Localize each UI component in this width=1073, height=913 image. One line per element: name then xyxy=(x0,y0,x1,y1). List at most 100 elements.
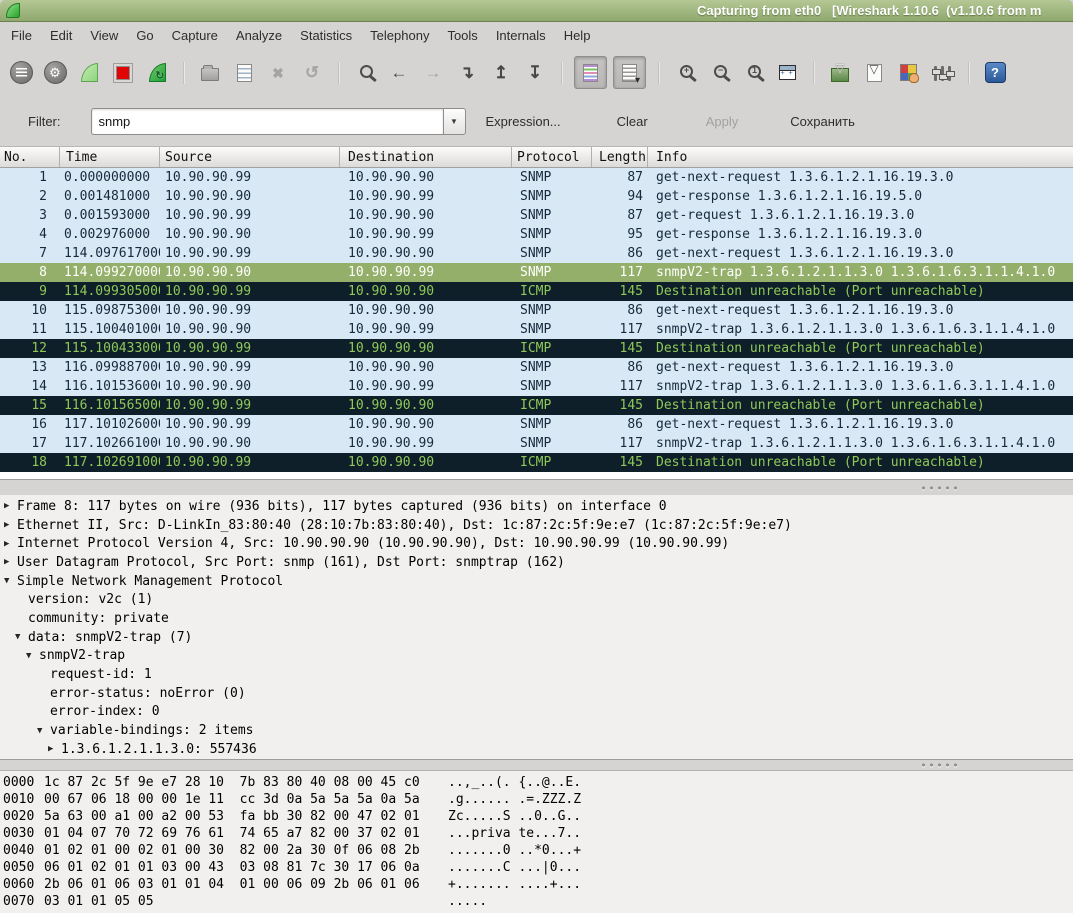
stop-capture-button[interactable] xyxy=(108,58,138,88)
help-button[interactable]: ? xyxy=(980,58,1010,88)
preferences-button[interactable] xyxy=(927,58,957,88)
packet-row[interactable]: 4 0.002976000 10.90.90.90 10.90.90.99 SN… xyxy=(0,225,1073,244)
zoom-in-button[interactable]: + xyxy=(670,58,700,88)
tree-expander-icon[interactable]: ▼ xyxy=(37,726,50,736)
detail-tree-row[interactable]: ▶ Frame 8: 117 bytes on wire (936 bits),… xyxy=(0,497,1073,516)
expression-button[interactable]: Expression... xyxy=(480,110,567,133)
packet-row[interactable]: 13 116.099887000 10.90.90.99 10.90.90.90… xyxy=(0,358,1073,377)
packet-row[interactable]: 18 117.102691000 10.90.90.99 10.90.90.90… xyxy=(0,453,1073,472)
hex-row[interactable]: 0050 06 01 02 01 01 03 00 43 03 08 81 7c… xyxy=(0,859,1073,876)
column-header[interactable]: Source xyxy=(160,147,340,167)
column-header[interactable]: Info xyxy=(648,147,1073,167)
tree-expander-icon[interactable]: ▼ xyxy=(15,632,28,642)
packet-row[interactable]: 9 114.099305000 10.90.90.99 10.90.90.90 … xyxy=(0,282,1073,301)
resize-columns-button[interactable] xyxy=(772,58,802,88)
zoom-out-button[interactable]: − xyxy=(704,58,734,88)
pane-splitter-bottom[interactable] xyxy=(0,759,1073,771)
zoom-100-button[interactable]: 1 xyxy=(738,58,768,88)
packet-row[interactable]: 10 115.098753000 10.90.90.99 10.90.90.90… xyxy=(0,301,1073,320)
detail-tree-row[interactable]: error-status: noError (0) xyxy=(0,684,1073,703)
menu-item-analyze[interactable]: Analyze xyxy=(227,24,291,47)
packet-row[interactable]: 17 117.102661000 10.90.90.90 10.90.90.99… xyxy=(0,434,1073,453)
tree-expander-icon[interactable]: ▼ xyxy=(4,576,17,586)
capture-filter-button[interactable]: ▽ xyxy=(825,58,855,88)
menu-item-statistics[interactable]: Statistics xyxy=(291,24,361,47)
packet-row[interactable]: 8 114.099270000 10.90.90.90 10.90.90.99 … xyxy=(0,263,1073,282)
packet-row[interactable]: 14 116.101536000 10.90.90.90 10.90.90.99… xyxy=(0,377,1073,396)
detail-tree-row[interactable]: request-id: 1 xyxy=(0,665,1073,684)
find-packet-button[interactable] xyxy=(350,58,380,88)
detail-tree-row[interactable]: error-index: 0 xyxy=(0,703,1073,722)
packet-row[interactable]: 7 114.097617000 10.90.90.99 10.90.90.90 … xyxy=(0,244,1073,263)
display-filter-input[interactable] xyxy=(91,108,443,135)
hex-row[interactable]: 0030 01 04 07 70 72 69 76 61 74 65 a7 82… xyxy=(0,825,1073,842)
apply-filter-button[interactable]: Apply xyxy=(700,110,745,133)
packet-row[interactable]: 3 0.001593000 10.90.90.99 10.90.90.90 SN… xyxy=(0,206,1073,225)
coloring-rules-button[interactable] xyxy=(893,58,923,88)
tree-expander-icon[interactable]: ▶ xyxy=(4,539,17,549)
pane-splitter-top[interactable] xyxy=(0,479,1073,495)
column-header[interactable]: Destination xyxy=(340,147,512,167)
colorize-toggle-button[interactable] xyxy=(574,56,607,89)
hex-row[interactable]: 0000 1c 87 2c 5f 9e e7 28 10 7b 83 80 40… xyxy=(0,774,1073,791)
packet-destination-cell: 10.90.90.90 xyxy=(340,301,512,320)
column-header[interactable]: Length xyxy=(592,147,648,167)
menu-item-tools[interactable]: Tools xyxy=(438,24,486,47)
detail-tree-row[interactable]: ▼ Simple Network Management Protocol xyxy=(0,572,1073,591)
start-capture-button[interactable] xyxy=(74,58,104,88)
goto-packet-button[interactable]: ↴ xyxy=(452,58,482,88)
go-to-bottom-button[interactable]: ↧ xyxy=(520,58,550,88)
hex-row[interactable]: 0020 5a 63 00 a1 00 a2 00 53 fa bb 30 82… xyxy=(0,808,1073,825)
packet-row[interactable]: 15 116.101565000 10.90.90.99 10.90.90.90… xyxy=(0,396,1073,415)
menu-item-view[interactable]: View xyxy=(81,24,127,47)
go-to-top-button[interactable]: ↥ xyxy=(486,58,516,88)
detail-tree-row[interactable]: ▶ 1.3.6.1.2.1.1.3.0: 557436 xyxy=(0,740,1073,759)
tree-expander-icon[interactable]: ▶ xyxy=(48,744,61,754)
detail-tree-row[interactable]: ▼ data: snmpV2-trap (7) xyxy=(0,628,1073,647)
close-file-button[interactable]: ✖ xyxy=(263,58,293,88)
menu-item-go[interactable]: Go xyxy=(127,24,162,47)
detail-tree-row[interactable]: version: v2c (1) xyxy=(0,590,1073,609)
packet-row[interactable]: 16 117.101026000 10.90.90.99 10.90.90.90… xyxy=(0,415,1073,434)
interface-list-button[interactable] xyxy=(6,58,36,88)
restart-capture-button[interactable]: ↻ xyxy=(142,58,172,88)
save-filter-button[interactable]: Сохранить xyxy=(784,110,861,133)
packet-row[interactable]: 11 115.100401000 10.90.90.90 10.90.90.99… xyxy=(0,320,1073,339)
detail-tree-row[interactable]: ▼ snmpV2-trap xyxy=(0,647,1073,666)
open-file-button[interactable] xyxy=(195,58,225,88)
detail-tree-row[interactable]: community: private xyxy=(0,609,1073,628)
column-header[interactable]: Time xyxy=(60,147,160,167)
column-header[interactable]: Protocol xyxy=(512,147,592,167)
packet-row[interactable]: 12 115.100433000 10.90.90.99 10.90.90.90… xyxy=(0,339,1073,358)
menu-item-internals[interactable]: Internals xyxy=(487,24,555,47)
packet-row[interactable]: 1 0.000000000 10.90.90.99 10.90.90.90 SN… xyxy=(0,168,1073,187)
hex-row[interactable]: 0040 01 02 01 00 02 01 00 30 82 00 2a 30… xyxy=(0,842,1073,859)
column-header[interactable]: No. xyxy=(0,147,60,167)
detail-tree-row[interactable]: ▶ Ethernet II, Src: D-LinkIn_83:80:40 (2… xyxy=(0,516,1073,535)
tree-expander-icon[interactable]: ▶ xyxy=(4,557,17,567)
display-filter-button[interactable]: ▽ xyxy=(859,58,889,88)
packet-row[interactable]: 2 0.001481000 10.90.90.90 10.90.90.99 SN… xyxy=(0,187,1073,206)
menu-item-file[interactable]: File xyxy=(2,24,41,47)
menu-item-telephony[interactable]: Telephony xyxy=(361,24,438,47)
autoscroll-toggle-button[interactable] xyxy=(613,56,646,89)
detail-tree-row[interactable]: ▼ variable-bindings: 2 items xyxy=(0,721,1073,740)
go-back-button[interactable]: ← xyxy=(384,58,414,88)
hex-row[interactable]: 0060 2b 06 01 06 03 01 01 04 01 00 06 09… xyxy=(0,876,1073,893)
save-file-button[interactable] xyxy=(229,58,259,88)
tree-expander-icon[interactable]: ▼ xyxy=(26,651,39,661)
reload-button[interactable]: ↺ xyxy=(297,58,327,88)
capture-options-button[interactable]: ⚙ xyxy=(40,58,70,88)
detail-tree-row[interactable]: ▶ Internet Protocol Version 4, Src: 10.9… xyxy=(0,534,1073,553)
menu-item-edit[interactable]: Edit xyxy=(41,24,81,47)
hex-row[interactable]: 0070 03 01 01 05 05 ..... xyxy=(0,893,1073,910)
detail-tree-row[interactable]: ▶ User Datagram Protocol, Src Port: snmp… xyxy=(0,553,1073,572)
clear-filter-button[interactable]: Clear xyxy=(611,110,654,133)
menu-item-capture[interactable]: Capture xyxy=(163,24,227,47)
menu-item-help[interactable]: Help xyxy=(555,24,600,47)
filter-history-dropdown[interactable]: ▼ xyxy=(443,108,466,135)
tree-expander-icon[interactable]: ▶ xyxy=(4,520,17,530)
go-forward-button[interactable]: → xyxy=(418,58,448,88)
hex-row[interactable]: 0010 00 67 06 18 00 00 1e 11 cc 3d 0a 5a… xyxy=(0,791,1073,808)
tree-expander-icon[interactable]: ▶ xyxy=(4,501,17,511)
